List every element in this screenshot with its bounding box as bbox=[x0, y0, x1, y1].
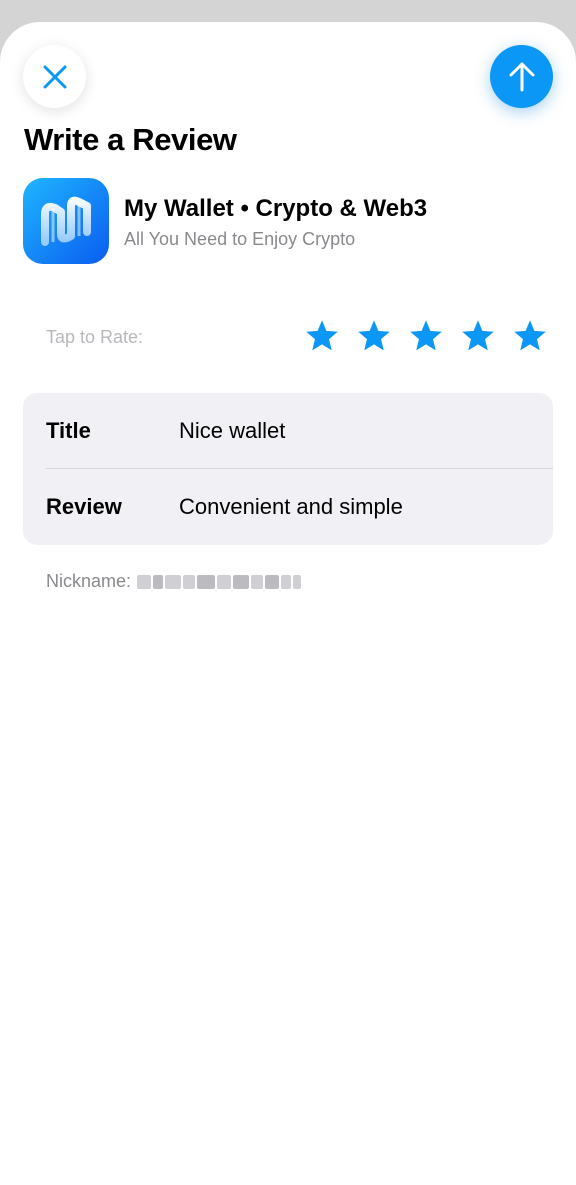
submit-button[interactable] bbox=[490, 45, 553, 108]
title-label: Title bbox=[46, 417, 91, 443]
rating-prompt: Tap to Rate: bbox=[46, 327, 144, 347]
review-row[interactable]: Review Convenient and simple bbox=[46, 469, 553, 545]
review-input[interactable]: Convenient and simple bbox=[179, 494, 403, 520]
page-title: Write a Review bbox=[24, 122, 237, 157]
star-icon[interactable] bbox=[304, 318, 340, 354]
star-rating[interactable] bbox=[304, 318, 548, 354]
star-icon[interactable] bbox=[512, 318, 548, 354]
close-icon bbox=[43, 65, 66, 88]
nickname-row[interactable]: Nickname: bbox=[46, 571, 302, 592]
app-icon bbox=[23, 178, 109, 264]
arrow-up-icon bbox=[509, 62, 534, 91]
app-name: My Wallet • Crypto & Web3 bbox=[124, 195, 428, 222]
app-logo-icon bbox=[23, 178, 109, 264]
star-icon[interactable] bbox=[356, 318, 392, 354]
close-button[interactable] bbox=[23, 45, 86, 108]
review-sheet: Write a Review My Wallet • Crypto & Web3… bbox=[0, 22, 576, 1185]
nickname-redacted bbox=[137, 573, 302, 591]
star-icon[interactable] bbox=[460, 318, 496, 354]
app-subtitle: All You Need to Enjoy Crypto bbox=[124, 229, 356, 249]
star-icon[interactable] bbox=[408, 318, 444, 354]
nickname-label: Nickname: bbox=[46, 571, 132, 591]
review-form: Title Nice wallet Review Convenient and … bbox=[23, 393, 553, 545]
review-label: Review bbox=[46, 494, 122, 519]
title-row[interactable]: Title Nice wallet bbox=[46, 393, 553, 469]
title-input[interactable]: Nice wallet bbox=[179, 418, 285, 444]
